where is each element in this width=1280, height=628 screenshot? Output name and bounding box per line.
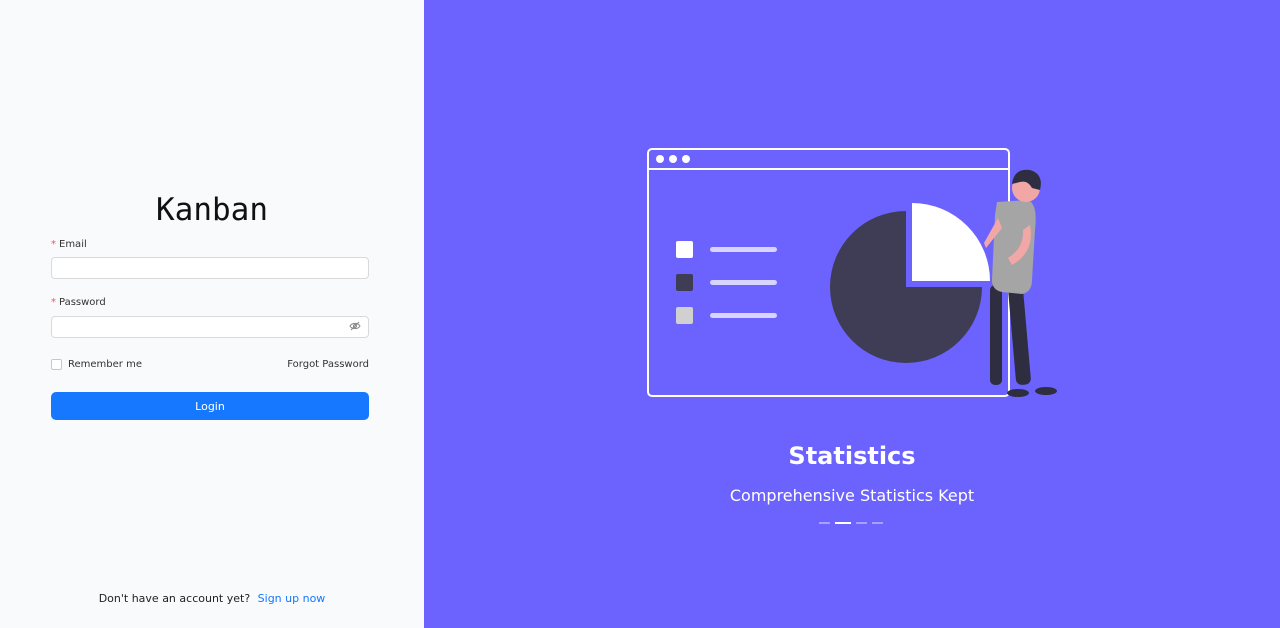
eye-invisible-icon[interactable] (349, 320, 361, 332)
carousel-dots (819, 522, 883, 524)
signup-link[interactable]: Sign up now (258, 592, 326, 605)
signup-row: Don't have an account yet? Sign up now (0, 592, 424, 605)
carousel-dot[interactable] (856, 522, 867, 524)
forgot-password-link[interactable]: Forgot Password (287, 359, 369, 370)
email-label: * Email (51, 239, 87, 250)
carousel-dot[interactable] (819, 522, 830, 524)
required-mark: * (51, 297, 56, 308)
password-label: * Password (51, 297, 106, 308)
carousel-dot[interactable] (872, 522, 883, 524)
carousel-dot-active[interactable] (835, 522, 851, 524)
required-mark: * (51, 239, 56, 250)
remember-checkbox[interactable] (51, 359, 62, 370)
statistics-illustration (647, 148, 1057, 397)
password-field[interactable] (51, 316, 369, 338)
password-label-text: Password (59, 297, 106, 308)
remember-me[interactable]: Remember me (51, 359, 142, 370)
signup-prompt: Don't have an account yet? (98, 592, 251, 605)
email-field[interactable] (51, 257, 369, 279)
slide-title: Statistics (788, 442, 916, 470)
login-button[interactable]: Login (51, 392, 369, 420)
login-panel: Kanban * Email * Password Remember me Forg… (0, 0, 424, 628)
slide-subtitle: Comprehensive Statistics Kept (729, 486, 975, 505)
app-logo: Kanban (156, 192, 268, 228)
email-label-text: Email (59, 239, 87, 250)
remember-label: Remember me (68, 359, 142, 370)
